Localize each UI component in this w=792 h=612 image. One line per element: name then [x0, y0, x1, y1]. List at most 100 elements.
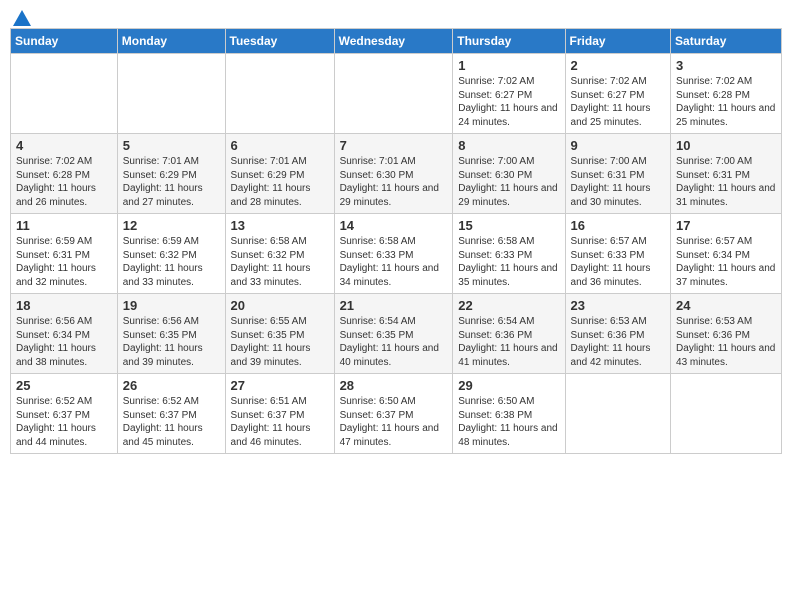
calendar-cell: 17Sunrise: 6:57 AMSunset: 6:34 PMDayligh… — [671, 214, 782, 294]
calendar-cell: 13 Sunrise: 6:58 AMSunset: 6:32 PMDayligh… — [225, 214, 334, 294]
day-info: Sunrise: 6:59 AMSunset: 6:32 PMDaylight:… — [123, 235, 220, 289]
day-number: 21 — [340, 298, 448, 313]
day-number: 18 — [16, 298, 112, 313]
calendar-cell: 22 Sunrise: 6:54 AMSunset: 6:36 PMDayligh… — [453, 294, 565, 374]
day-info: Sunrise: 6:57 AMSunset: 6:33 PMDaylight:… — [571, 235, 666, 289]
day-number: 13 — [231, 218, 329, 233]
day-info: Sunrise: 6:55 AMSunset: 6:35 PMDaylight:… — [231, 315, 329, 369]
day-info: Sunrise: 7:02 AMSunset: 6:27 PMDaylight:… — [458, 75, 559, 129]
day-info: Sunrise: 6:52 AMSunset: 6:37 PMDaylight:… — [16, 395, 112, 449]
day-number: 19 — [123, 298, 220, 313]
calendar-cell: 10 Sunrise: 7:00 AMSunset: 6:31 PMDayligh… — [671, 134, 782, 214]
logo-triangle — [13, 10, 31, 26]
calendar-cell: 7 Sunrise: 7:01 AMSunset: 6:30 PMDaylight… — [334, 134, 453, 214]
calendar-cell — [117, 54, 225, 134]
day-number: 6 — [231, 138, 329, 153]
day-info: Sunrise: 7:00 AMSunset: 6:31 PMDaylight:… — [676, 155, 776, 209]
day-number: 8 — [458, 138, 559, 153]
calendar-cell: 5 Sunrise: 7:01 AMSunset: 6:29 PMDaylight… — [117, 134, 225, 214]
day-info: Sunrise: 6:58 AMSunset: 6:33 PMDaylight:… — [340, 235, 448, 289]
calendar-table: SundayMondayTuesdayWednesdayThursdayFrid… — [10, 28, 782, 454]
day-number: 24 — [676, 298, 776, 313]
day-info: Sunrise: 6:50 AMSunset: 6:38 PMDaylight:… — [458, 395, 559, 449]
calendar-cell — [671, 374, 782, 454]
weekday-header-thursday: Thursday — [453, 29, 565, 54]
day-info: Sunrise: 6:59 AMSunset: 6:31 PMDaylight:… — [16, 235, 112, 289]
calendar-cell: 11 Sunrise: 6:59 AMSunset: 6:31 PMDayligh… — [11, 214, 118, 294]
calendar-cell: 16 Sunrise: 6:57 AMSunset: 6:33 PMDayligh… — [565, 214, 671, 294]
weekday-header-tuesday: Tuesday — [225, 29, 334, 54]
day-info: Sunrise: 7:00 AMSunset: 6:31 PMDaylight:… — [571, 155, 666, 209]
weekday-header-monday: Monday — [117, 29, 225, 54]
day-number: 28 — [340, 378, 448, 393]
day-number: 4 — [16, 138, 112, 153]
calendar-cell: 28 Sunrise: 6:50 AMSunset: 6:37 PMDayligh… — [334, 374, 453, 454]
day-info: Sunrise: 6:56 AMSunset: 6:34 PMDaylight:… — [16, 315, 112, 369]
day-info: Sunrise: 6:53 AMSunset: 6:36 PMDaylight:… — [676, 315, 776, 369]
day-number: 16 — [571, 218, 666, 233]
day-number: 25 — [16, 378, 112, 393]
calendar-cell: 6 Sunrise: 7:01 AMSunset: 6:29 PMDaylight… — [225, 134, 334, 214]
calendar-cell: 1 Sunrise: 7:02 AMSunset: 6:27 PMDaylight… — [453, 54, 565, 134]
calendar-cell: 25 Sunrise: 6:52 AMSunset: 6:37 PMDayligh… — [11, 374, 118, 454]
day-number: 9 — [571, 138, 666, 153]
day-info: Sunrise: 7:02 AMSunset: 6:28 PMDaylight:… — [676, 75, 776, 129]
day-info: Sunrise: 6:54 AMSunset: 6:35 PMDaylight:… — [340, 315, 448, 369]
calendar-cell: 26 Sunrise: 6:52 AMSunset: 6:37 PMDayligh… — [117, 374, 225, 454]
day-number: 15 — [458, 218, 559, 233]
day-info: Sunrise: 7:02 AMSunset: 6:28 PMDaylight:… — [16, 155, 112, 209]
day-number: 7 — [340, 138, 448, 153]
weekday-header-saturday: Saturday — [671, 29, 782, 54]
calendar-cell — [11, 54, 118, 134]
calendar-week-4: 18 Sunrise: 6:56 AMSunset: 6:34 PMDayligh… — [11, 294, 782, 374]
day-info: Sunrise: 6:52 AMSunset: 6:37 PMDaylight:… — [123, 395, 220, 449]
calendar-cell: 8 Sunrise: 7:00 AMSunset: 6:30 PMDaylight… — [453, 134, 565, 214]
day-info: Sunrise: 6:53 AMSunset: 6:36 PMDaylight:… — [571, 315, 666, 369]
day-number: 11 — [16, 218, 112, 233]
calendar-week-3: 11 Sunrise: 6:59 AMSunset: 6:31 PMDayligh… — [11, 214, 782, 294]
calendar-cell: 9 Sunrise: 7:00 AMSunset: 6:31 PMDaylight… — [565, 134, 671, 214]
logo — [10, 10, 31, 22]
day-info: Sunrise: 7:01 AMSunset: 6:29 PMDaylight:… — [123, 155, 220, 209]
calendar-cell: 4 Sunrise: 7:02 AMSunset: 6:28 PMDaylight… — [11, 134, 118, 214]
day-info: Sunrise: 6:58 AMSunset: 6:33 PMDaylight:… — [458, 235, 559, 289]
day-number: 29 — [458, 378, 559, 393]
day-number: 22 — [458, 298, 559, 313]
calendar-body: 1 Sunrise: 7:02 AMSunset: 6:27 PMDaylight… — [11, 54, 782, 454]
day-info: Sunrise: 6:51 AMSunset: 6:37 PMDaylight:… — [231, 395, 329, 449]
calendar-cell — [225, 54, 334, 134]
calendar-cell: 14 Sunrise: 6:58 AMSunset: 6:33 PMDayligh… — [334, 214, 453, 294]
day-number: 20 — [231, 298, 329, 313]
day-info: Sunrise: 7:00 AMSunset: 6:30 PMDaylight:… — [458, 155, 559, 209]
day-number: 23 — [571, 298, 666, 313]
calendar-cell: 21 Sunrise: 6:54 AMSunset: 6:35 PMDayligh… — [334, 294, 453, 374]
day-number: 5 — [123, 138, 220, 153]
day-number: 1 — [458, 58, 559, 73]
day-info: Sunrise: 6:56 AMSunset: 6:35 PMDaylight:… — [123, 315, 220, 369]
day-info: Sunrise: 6:54 AMSunset: 6:36 PMDaylight:… — [458, 315, 559, 369]
day-number: 26 — [123, 378, 220, 393]
day-info: Sunrise: 7:01 AMSunset: 6:29 PMDaylight:… — [231, 155, 329, 209]
calendar-week-2: 4 Sunrise: 7:02 AMSunset: 6:28 PMDaylight… — [11, 134, 782, 214]
day-info: Sunrise: 7:01 AMSunset: 6:30 PMDaylight:… — [340, 155, 448, 209]
calendar-cell: 3Sunrise: 7:02 AMSunset: 6:28 PMDaylight… — [671, 54, 782, 134]
day-number: 10 — [676, 138, 776, 153]
day-number: 17 — [676, 218, 776, 233]
day-number: 12 — [123, 218, 220, 233]
day-number: 14 — [340, 218, 448, 233]
calendar-cell: 15 Sunrise: 6:58 AMSunset: 6:33 PMDayligh… — [453, 214, 565, 294]
weekday-header-wednesday: Wednesday — [334, 29, 453, 54]
calendar-cell — [334, 54, 453, 134]
calendar-week-5: 25 Sunrise: 6:52 AMSunset: 6:37 PMDayligh… — [11, 374, 782, 454]
calendar-cell: 12 Sunrise: 6:59 AMSunset: 6:32 PMDayligh… — [117, 214, 225, 294]
calendar-cell: 23 Sunrise: 6:53 AMSunset: 6:36 PMDayligh… — [565, 294, 671, 374]
day-info: Sunrise: 6:50 AMSunset: 6:37 PMDaylight:… — [340, 395, 448, 449]
calendar-cell: 2Sunrise: 7:02 AMSunset: 6:27 PMDaylight… — [565, 54, 671, 134]
day-info: Sunrise: 6:58 AMSunset: 6:32 PMDaylight:… — [231, 235, 329, 289]
calendar-cell: 18 Sunrise: 6:56 AMSunset: 6:34 PMDayligh… — [11, 294, 118, 374]
calendar-cell: 20 Sunrise: 6:55 AMSunset: 6:35 PMDayligh… — [225, 294, 334, 374]
day-info: Sunrise: 7:02 AMSunset: 6:27 PMDaylight:… — [571, 75, 666, 129]
calendar-cell: 24 Sunrise: 6:53 AMSunset: 6:36 PMDayligh… — [671, 294, 782, 374]
page-header — [10, 10, 782, 22]
calendar-cell — [565, 374, 671, 454]
